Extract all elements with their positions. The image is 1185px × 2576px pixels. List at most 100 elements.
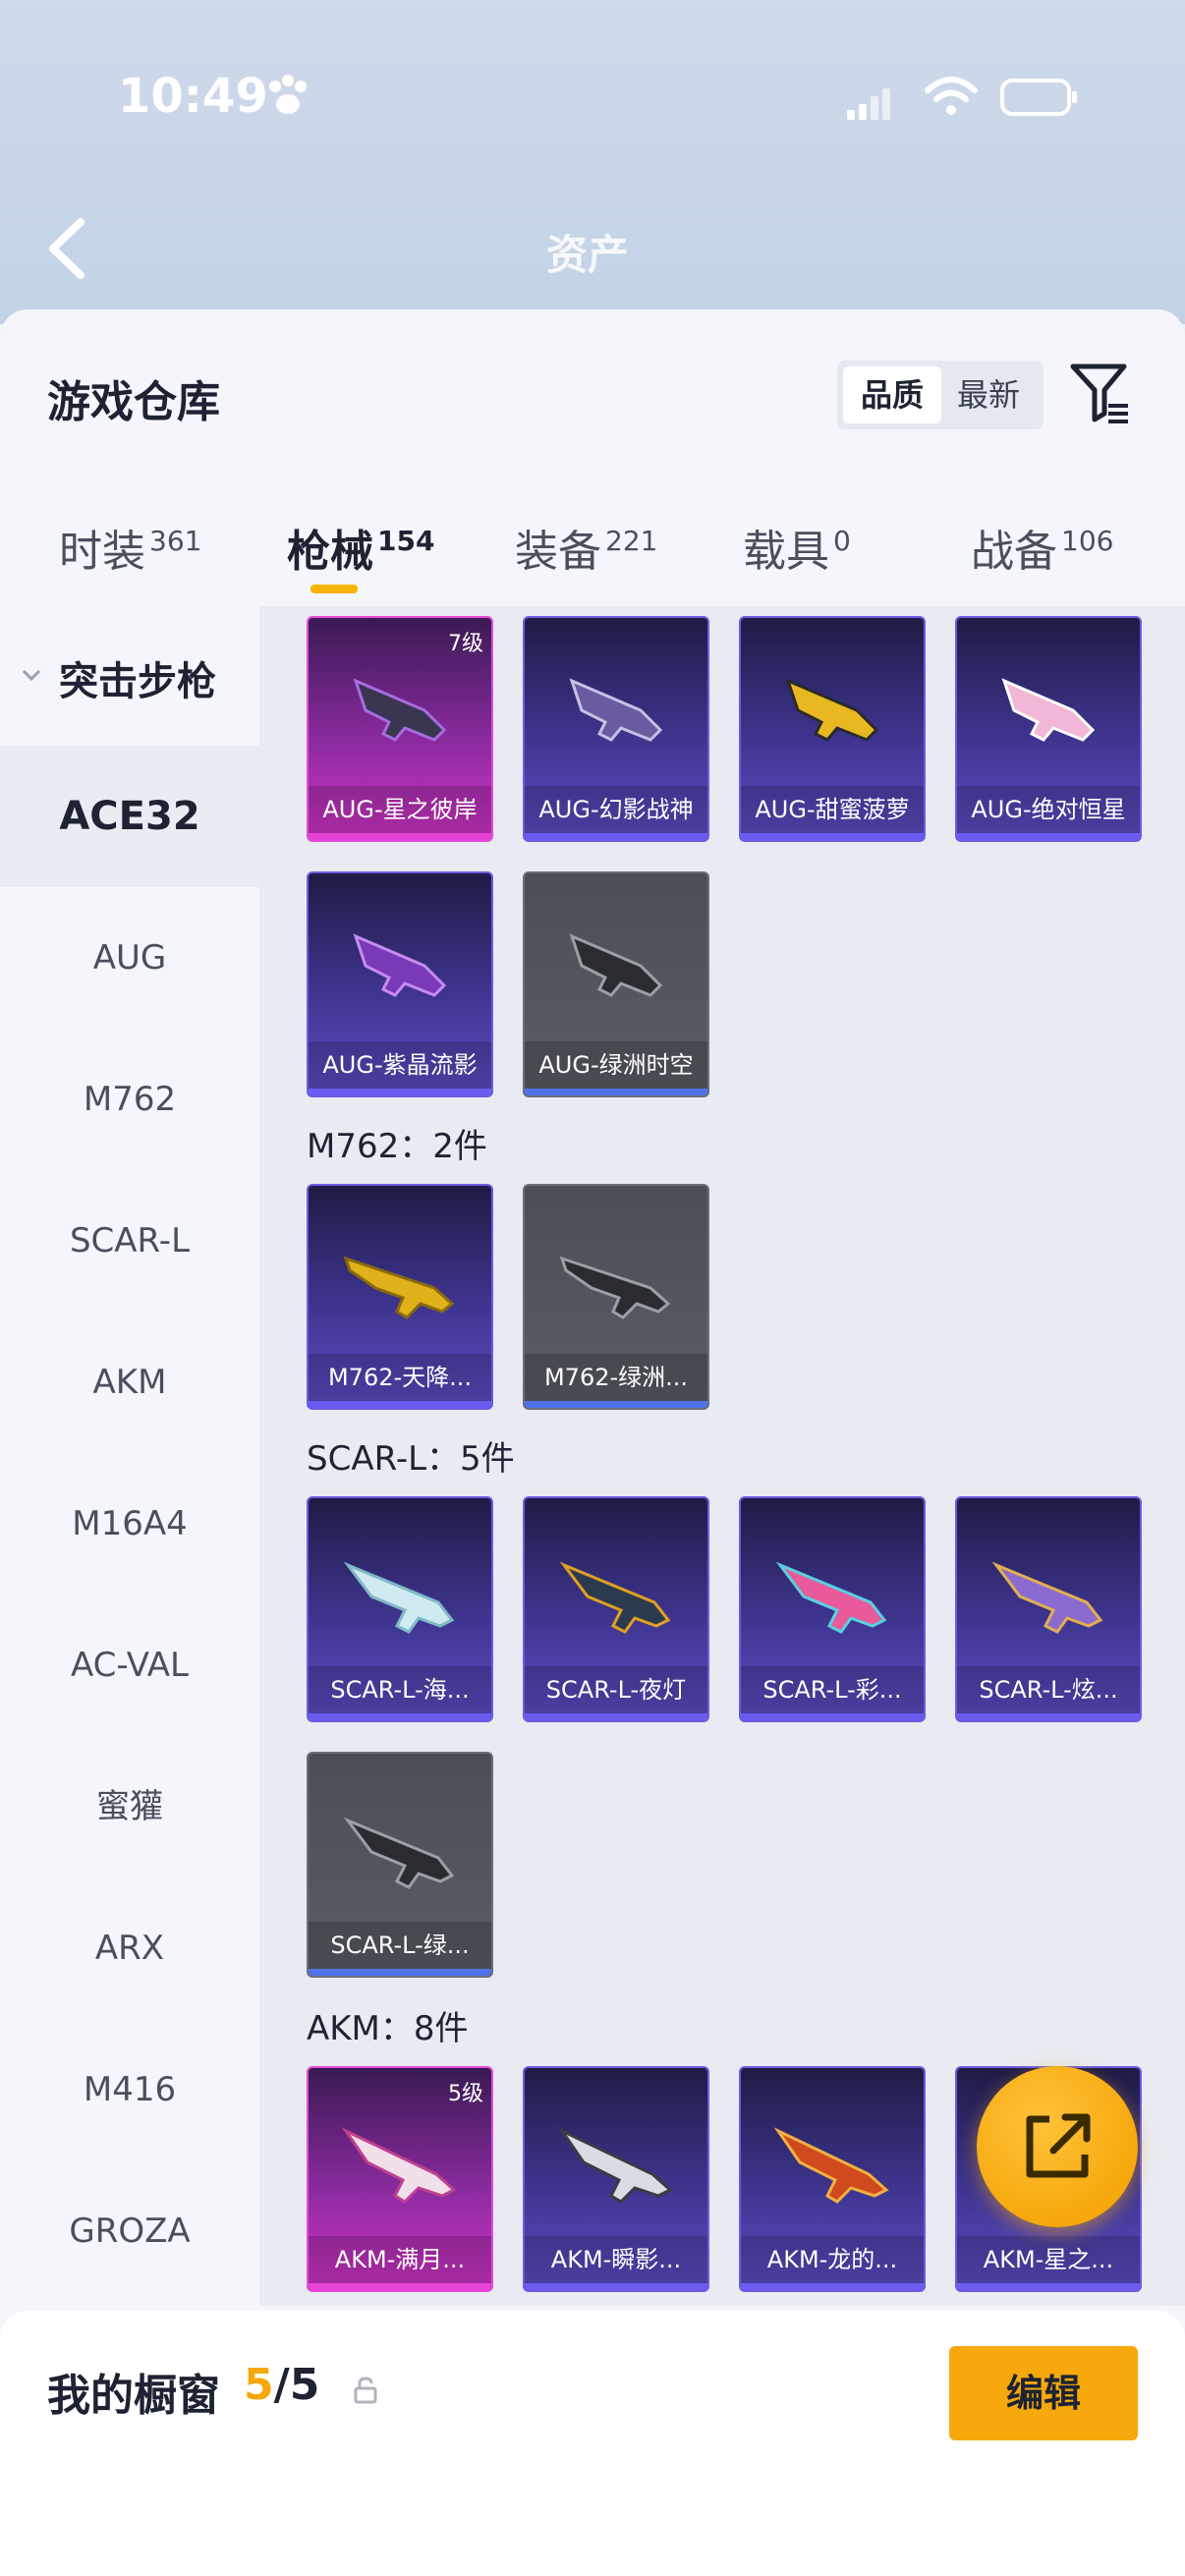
sort-quality-option[interactable]: 品质 <box>843 366 941 423</box>
sidebar-item-ac-val[interactable]: AC-VAL <box>0 1595 259 1736</box>
weapon-skin-image <box>785 678 879 742</box>
weapon-name: AKM-星之... <box>957 2236 1140 2283</box>
wifi-icon <box>925 77 978 115</box>
status-bar: 10:49 资产 <box>0 0 1185 279</box>
weapon-skin-image <box>1001 678 1096 742</box>
sidebar-category-label: 突击步枪 <box>59 659 216 704</box>
weapon-skin-image <box>343 1817 455 1889</box>
rarity-bar <box>525 833 707 840</box>
edit-button[interactable]: 编辑 <box>949 2346 1138 2440</box>
weapon-card[interactable]: AKM-瞬影... <box>523 2066 709 2292</box>
category-tabs: 时装 361 枪械 154 装备 221 载具 0 战备 106 <box>0 496 1185 590</box>
showcase-label: 我的橱窗 <box>47 2371 220 2421</box>
rarity-bar <box>309 1089 491 1095</box>
weapon-card[interactable]: AUG-绝对恒星 <box>955 616 1142 842</box>
tab-label: 战备 <box>971 527 1057 577</box>
weapon-skin-image <box>991 1561 1103 1634</box>
weapon-card[interactable]: SCAR-L-彩... <box>739 1496 926 1722</box>
weapon-card[interactable]: AUG-绿洲时空 <box>523 871 709 1097</box>
weapon-card[interactable]: M762-绿洲... <box>523 1184 709 1410</box>
rarity-bar <box>309 2283 491 2290</box>
battery-icon <box>1000 79 1077 116</box>
weapon-card[interactable]: 5级 AKM-满月... <box>307 2066 493 2292</box>
rarity-bar <box>309 1969 491 1976</box>
weapon-skin-image <box>773 2127 889 2204</box>
paw-icon <box>269 75 307 114</box>
rarity-bar <box>525 1401 707 1408</box>
weapon-skin-image <box>775 1561 887 1634</box>
weapon-name: AUG-幻影战神 <box>525 786 707 833</box>
rarity-bar <box>741 1713 924 1720</box>
external-link-icon <box>1026 2113 1091 2178</box>
rarity-bar <box>957 833 1140 840</box>
weapon-card[interactable]: AUG-幻影战神 <box>523 616 709 842</box>
sort-newest-option[interactable]: 最新 <box>939 366 1038 423</box>
sidebar-item-akm[interactable]: AKM <box>0 1312 259 1453</box>
rarity-bar <box>957 2283 1140 2290</box>
weapon-name: AUG-紫晶流影 <box>309 1041 491 1089</box>
filter-icon[interactable] <box>1069 359 1132 427</box>
weapon-skin-image <box>569 933 663 997</box>
weapon-card[interactable]: AUG-紫晶流影 <box>307 871 493 1097</box>
tab-vehicles[interactable]: 载具 0 <box>743 516 851 579</box>
weapon-skin-image <box>343 1256 455 1319</box>
group-title-akm: AKM：8件 <box>307 2009 469 2048</box>
tab-count: 154 <box>377 525 435 557</box>
weapon-name: AUG-绿洲时空 <box>525 1041 707 1089</box>
rarity-bar <box>309 833 491 840</box>
weapon-skin-image <box>341 2127 457 2204</box>
tab-count: 106 <box>1061 525 1114 557</box>
weapon-grid: 7级 AUG-星之彼岸 AUG-幻影战神 AUG-甜蜜菠萝 AUG-绝对恒星 A… <box>259 606 1185 2306</box>
tab-label: 时装 <box>59 527 145 577</box>
sidebar-category-header[interactable]: 突击步枪 <box>0 606 259 746</box>
share-fab-button[interactable] <box>977 2066 1138 2227</box>
sidebar-item-m762[interactable]: M762 <box>0 1029 259 1170</box>
weapon-name: SCAR-L-绿... <box>309 1922 491 1969</box>
chevron-down-icon <box>22 669 41 682</box>
status-time: 10:49 <box>118 69 268 124</box>
sidebar-item-m416[interactable]: M416 <box>0 2019 259 2160</box>
sidebar-item-ace32[interactable]: ACE32 <box>0 746 259 887</box>
weapon-name: AKM-龙的... <box>741 2236 924 2283</box>
weapon-card[interactable]: M762-天降... <box>307 1184 493 1410</box>
sidebar-item-m16a4[interactable]: M16A4 <box>0 1453 259 1595</box>
sidebar-item-honey-badger[interactable]: 蜜獾 <box>0 1736 259 1877</box>
sidebar-item-scar-l[interactable]: SCAR-L <box>0 1170 259 1312</box>
weapon-name: SCAR-L-炫... <box>957 1666 1140 1713</box>
weapon-card[interactable]: SCAR-L-炫... <box>955 1496 1142 1722</box>
showcase-count: 5/5 <box>244 2360 319 2410</box>
rarity-bar <box>309 1401 491 1408</box>
showcase-current: 5 <box>244 2360 274 2410</box>
showcase-total: /5 <box>273 2360 320 2410</box>
sort-toggle: 品质 最新 <box>837 361 1044 429</box>
tab-count: 221 <box>605 525 658 557</box>
weapon-name: AUG-绝对恒星 <box>957 786 1140 833</box>
weapon-name: M762-绿洲... <box>525 1354 707 1401</box>
rarity-bar <box>741 2283 924 2290</box>
tab-weapons[interactable]: 枪械 154 <box>287 516 434 579</box>
sidebar-item-groza[interactable]: GROZA <box>0 2160 259 2302</box>
weapon-card[interactable]: AUG-甜蜜菠萝 <box>739 616 926 842</box>
weapon-name: SCAR-L-夜灯 <box>525 1666 707 1713</box>
group-title-m762: M762：2件 <box>307 1127 487 1166</box>
rarity-bar <box>309 1713 491 1720</box>
tab-fashion[interactable]: 时装 361 <box>59 516 201 579</box>
back-arrow-icon[interactable] <box>43 214 92 283</box>
sidebar-item-aug[interactable]: AUG <box>0 887 259 1029</box>
weapon-name: AKM-满月... <box>309 2236 491 2283</box>
weapon-card[interactable]: SCAR-L-海... <box>307 1496 493 1722</box>
tab-count: 0 <box>833 525 851 557</box>
weapon-card[interactable]: AKM-龙的... <box>739 2066 926 2292</box>
tab-equipment[interactable]: 装备 221 <box>515 516 657 579</box>
weapon-name: SCAR-L-彩... <box>741 1666 924 1713</box>
page-header-title: 资产 <box>546 231 630 279</box>
warehouse-title: 游戏仓库 <box>47 377 220 427</box>
rarity-bar <box>525 2283 707 2290</box>
weapon-card[interactable]: 7级 AUG-星之彼岸 <box>307 616 493 842</box>
sidebar-item-arx[interactable]: ARX <box>0 1877 259 2019</box>
weapon-card[interactable]: SCAR-L-夜灯 <box>523 1496 709 1722</box>
rarity-bar <box>525 1713 707 1720</box>
tab-supplies[interactable]: 战备 106 <box>971 516 1113 579</box>
tab-label: 装备 <box>515 527 601 577</box>
weapon-card[interactable]: SCAR-L-绿... <box>307 1752 493 1978</box>
